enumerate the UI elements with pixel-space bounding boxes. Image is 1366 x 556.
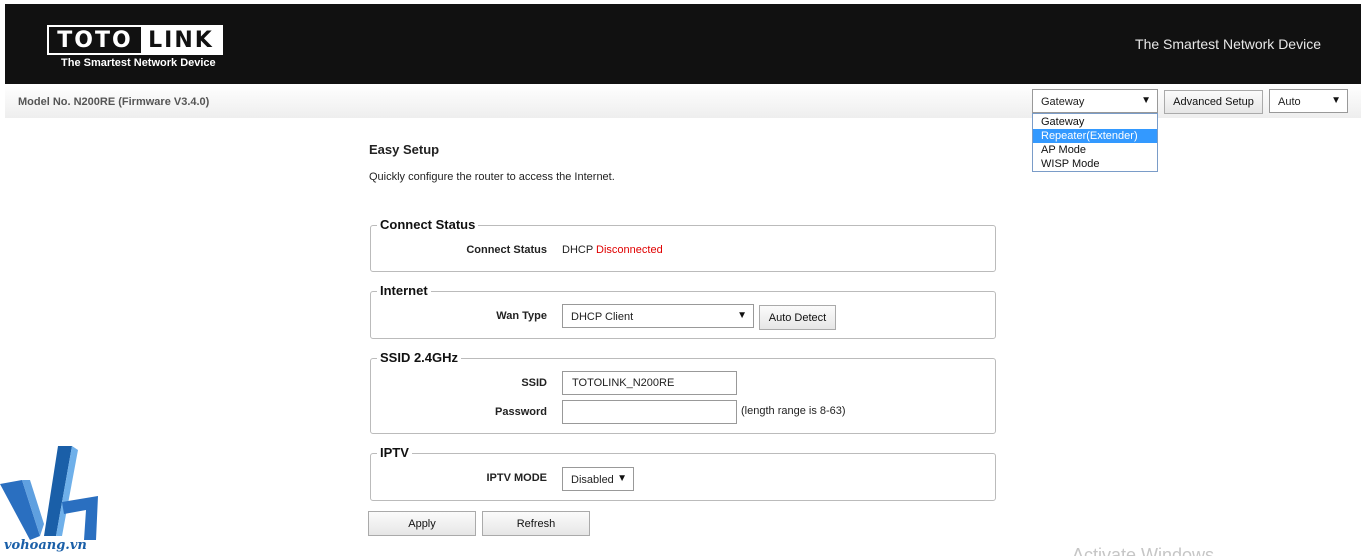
language-select[interactable]: Auto ▼	[1269, 89, 1348, 113]
ssid-input[interactable]: TOTOLINK_N200RE	[562, 371, 737, 395]
iptv-mode-select[interactable]: Disabled ▼	[562, 467, 634, 491]
logo-right-text: LINK	[141, 27, 221, 53]
ssid-group: SSID 2.4GHz SSID TOTOLINK_N200RE Passwor…	[370, 350, 996, 434]
brand-logo: TOTO LINK	[47, 25, 223, 55]
activate-windows-notice: Activate Windows	[1072, 545, 1215, 556]
advanced-setup-button[interactable]: Advanced Setup	[1164, 90, 1263, 114]
wan-type-select[interactable]: DHCP Client ▼	[562, 304, 754, 328]
triangle-down-icon: ▼	[617, 473, 627, 484]
mode-option-gateway[interactable]: Gateway	[1033, 115, 1157, 129]
operation-mode-value: Gateway	[1041, 96, 1085, 108]
password-label: Password	[495, 406, 547, 418]
connect-status-type: DHCP	[562, 244, 593, 256]
wan-type-label: Wan Type	[496, 310, 547, 322]
triangle-down-icon: ▼	[737, 310, 747, 321]
page-title: Easy Setup	[369, 142, 440, 157]
password-input[interactable]	[562, 400, 737, 424]
header-tagline: The Smartest Network Device	[1135, 36, 1321, 52]
iptv-mode-label: IPTV MODE	[486, 472, 547, 484]
password-hint: (length range is 8-63)	[741, 405, 846, 417]
connect-status-legend: Connect Status	[377, 217, 479, 232]
internet-legend: Internet	[377, 283, 431, 298]
iptv-mode-value: Disabled	[571, 474, 614, 486]
iptv-legend: IPTV	[377, 445, 412, 460]
page-description: Quickly configure the router to access t…	[369, 171, 615, 183]
wan-type-value: DHCP Client	[571, 311, 634, 323]
logo-tagline: The Smartest Network Device	[61, 57, 216, 69]
triangle-down-icon: ▼	[1141, 95, 1151, 106]
connect-status-state: Disconnected	[596, 244, 663, 256]
operation-mode-select[interactable]: Gateway ▼	[1032, 89, 1158, 113]
connect-status-value: DHCP Disconnected	[562, 244, 663, 256]
ssid-legend: SSID 2.4GHz	[377, 350, 462, 365]
triangle-down-icon: ▼	[1331, 95, 1341, 106]
language-value: Auto	[1278, 96, 1301, 108]
logo-left-text: TOTO	[57, 27, 133, 53]
mode-option-repeater[interactable]: Repeater(Extender)	[1033, 129, 1157, 143]
mode-option-wisp[interactable]: WISP Mode	[1033, 157, 1157, 171]
watermark-site: vohoang.vn	[4, 538, 87, 553]
model-info: Model No. N200RE (Firmware V3.4.0)	[18, 96, 210, 108]
auto-detect-button[interactable]: Auto Detect	[759, 305, 836, 330]
page: TOTO LINK The Smartest Network Device Th…	[0, 0, 1366, 556]
refresh-button[interactable]: Refresh	[482, 511, 590, 536]
mode-option-ap[interactable]: AP Mode	[1033, 143, 1157, 157]
iptv-group: IPTV IPTV MODE Disabled ▼	[370, 445, 996, 501]
watermark-logo-icon	[0, 446, 98, 540]
operation-mode-dropdown: Gateway Repeater(Extender) AP Mode WISP …	[1032, 113, 1158, 172]
internet-group: Internet Wan Type DHCP Client ▼ Auto Det…	[370, 283, 996, 339]
apply-button[interactable]: Apply	[368, 511, 476, 536]
connect-status-label: Connect Status	[466, 244, 547, 256]
connect-status-group: Connect Status Connect Status DHCP Disco…	[370, 217, 996, 272]
header-bar: TOTO LINK The Smartest Network Device Th…	[5, 4, 1361, 84]
ssid-label: SSID	[521, 377, 547, 389]
